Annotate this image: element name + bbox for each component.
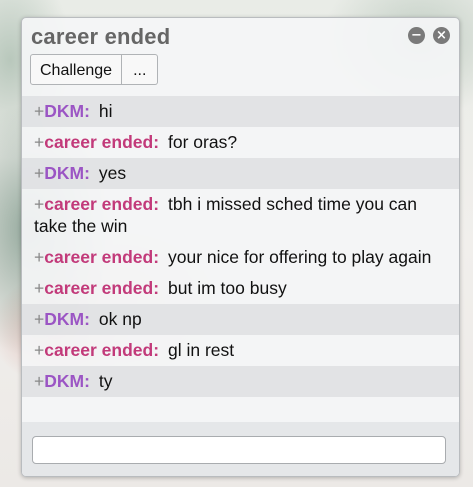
- user-rank: +: [34, 340, 45, 360]
- username[interactable]: career ended:: [44, 132, 159, 152]
- minimize-icon[interactable]: −: [408, 27, 425, 44]
- chat-input[interactable]: [32, 436, 446, 464]
- more-options-button[interactable]: ...: [122, 54, 159, 85]
- user-rank: +: [34, 194, 45, 214]
- username-text: career ended: [44, 340, 154, 360]
- username-text: DKM: [44, 371, 85, 391]
- username[interactable]: career ended:: [44, 247, 159, 267]
- chat-log[interactable]: +DKM: hi +career ended: for oras? +DKM: yes…: [22, 96, 459, 422]
- chat-message: +DKM: yes: [22, 158, 459, 189]
- message-text: yes: [98, 163, 127, 183]
- username[interactable]: career ended:: [44, 278, 159, 298]
- username[interactable]: career ended:: [44, 340, 159, 360]
- message-text: for oras?: [168, 132, 238, 152]
- chat-message: +DKM: ty: [22, 366, 459, 397]
- username[interactable]: DKM:: [44, 371, 90, 391]
- message-text: gl in rest: [168, 340, 235, 360]
- chat-message: +career ended: for oras?: [22, 127, 459, 158]
- chat-toolbar: Challenge ...: [30, 54, 159, 86]
- chat-message: +career ended: tbh i missed sched time yo…: [22, 189, 459, 242]
- user-rank: +: [34, 163, 45, 183]
- username[interactable]: DKM:: [44, 163, 90, 183]
- chat-message: +DKM: ok np: [22, 304, 459, 335]
- username-text: DKM: [44, 101, 85, 121]
- message-text: ok np: [98, 309, 142, 329]
- username[interactable]: career ended:: [44, 194, 159, 214]
- username-text: career ended: [44, 247, 154, 267]
- message-text: your nice for offering to play again: [168, 247, 432, 267]
- username-text: career ended: [44, 278, 154, 298]
- user-rank: +: [34, 132, 45, 152]
- chat-window: career ended − × Challenge ... +DKM: hi +…: [21, 17, 460, 477]
- message-text: hi: [98, 101, 113, 121]
- chat-message: +career ended: gl in rest: [22, 335, 459, 366]
- user-rank: +: [34, 247, 45, 267]
- chat-message: +DKM: hi: [22, 96, 459, 127]
- chat-composer: [22, 422, 459, 476]
- username[interactable]: DKM:: [44, 101, 90, 121]
- chat-message: +career ended: your nice for offering to …: [22, 242, 459, 273]
- message-text: ty: [98, 371, 113, 391]
- close-icon[interactable]: ×: [433, 27, 450, 44]
- user-rank: +: [34, 278, 45, 298]
- user-rank: +: [34, 101, 45, 121]
- username[interactable]: DKM:: [44, 309, 90, 329]
- window-titlebar[interactable]: career ended − ×: [22, 18, 459, 54]
- challenge-button[interactable]: Challenge: [30, 54, 123, 85]
- username-text: DKM: [44, 163, 85, 183]
- username-text: DKM: [44, 309, 85, 329]
- user-rank: +: [34, 309, 45, 329]
- chat-message: +career ended: but im too busy: [22, 273, 459, 304]
- user-rank: +: [34, 371, 45, 391]
- username-text: career ended: [44, 194, 154, 214]
- message-text: but im too busy: [168, 278, 287, 298]
- window-title: career ended: [31, 24, 171, 49]
- username-text: career ended: [44, 132, 154, 152]
